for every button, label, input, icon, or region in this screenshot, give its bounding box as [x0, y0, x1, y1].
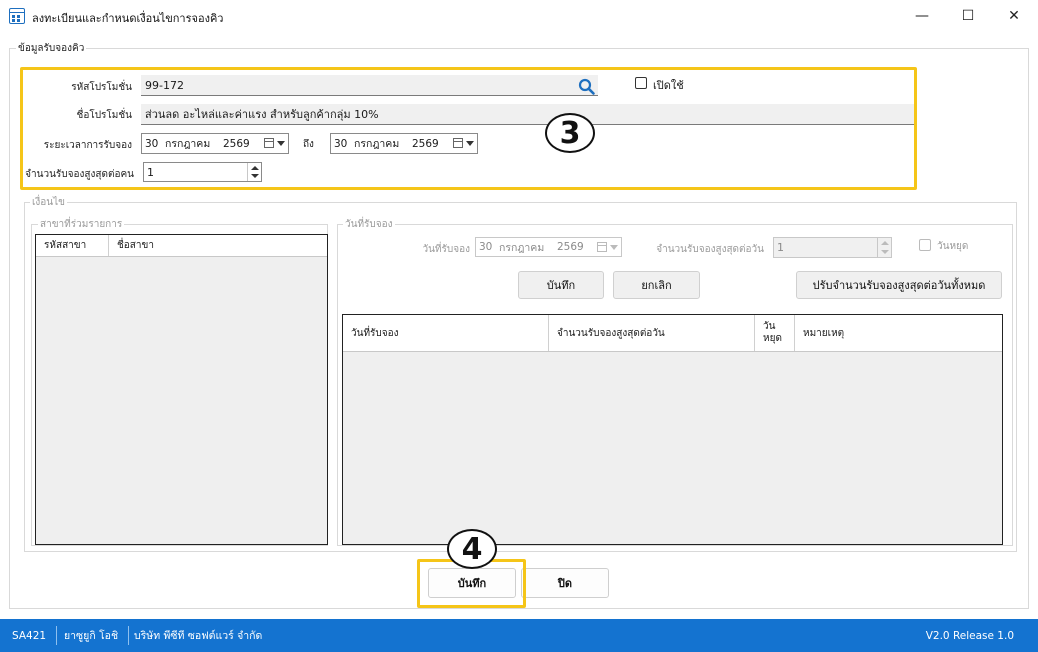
- spin-down-icon[interactable]: [881, 250, 889, 254]
- callout-3: 3: [545, 113, 595, 153]
- branches-group-label: สาขาที่ร่วมรายการ: [38, 217, 125, 232]
- callout-4: 4: [447, 529, 497, 569]
- window-title: ลงทะเบียนและกำหนดเงื่อนไขการจองคิว: [32, 12, 224, 25]
- booking-dates-table-header: วันที่รับจอง จำนวนรับจองสูงสุดต่อวัน วัน…: [343, 315, 1002, 352]
- column-remark[interactable]: หมายเหตุ: [795, 315, 1002, 351]
- column-branch-name[interactable]: ชื่อสาขา: [109, 235, 328, 256]
- booking-date-day: 30: [479, 241, 493, 253]
- booking-dates-table[interactable]: วันที่รับจอง จำนวนรับจองสูงสุดต่อวัน วัน…: [342, 314, 1003, 545]
- close-button[interactable]: ปิด: [521, 568, 609, 598]
- status-version: V2.0 Release 1.0: [925, 629, 1014, 642]
- adjust-all-button[interactable]: ปรับจำนวนรับจองสูงสุดต่อวันทั้งหมด: [796, 271, 1002, 299]
- max-per-day-label: จำนวนรับจองสูงสุดต่อวัน: [656, 244, 764, 255]
- booking-dates-group-label: วันที่รับจอง: [343, 217, 395, 232]
- conditions-group-label: เงื่อนไข: [30, 195, 68, 210]
- branches-table-header: รหัสสาขา ชื่อสาขา: [36, 235, 327, 257]
- status-company: บริษัท พีซีที ซอฟต์แวร์ จำกัด: [134, 630, 263, 642]
- date-cancel-button[interactable]: ยกเลิก: [613, 271, 700, 299]
- booking-date-year: 2569: [557, 241, 584, 253]
- status-user: ยาซูยูกิ โอชิ: [64, 630, 119, 642]
- booking-info-group-label: ข้อมูลรับจองคิว: [16, 41, 87, 56]
- max-per-day-stepper[interactable]: 1: [773, 237, 892, 258]
- booking-date-label: วันที่รับจอง: [422, 244, 470, 255]
- minimize-button[interactable]: —: [899, 0, 945, 32]
- column-holiday[interactable]: วัน หยุด: [755, 315, 795, 351]
- title-bar: ลงทะเบียนและกำหนดเงื่อนไขการจองคิว — ☐ ✕: [0, 0, 1038, 32]
- close-window-button[interactable]: ✕: [991, 0, 1037, 32]
- app-grid-icon: [9, 8, 25, 24]
- branches-table[interactable]: รหัสสาขา ชื่อสาขา: [35, 234, 328, 545]
- holiday-label: วันหยุด: [937, 241, 969, 252]
- booking-date-month: กรกฎาคม: [499, 241, 545, 254]
- column-booking-date[interactable]: วันที่รับจอง: [343, 315, 549, 351]
- status-separator: [128, 626, 129, 645]
- calendar-icon[interactable]: [597, 242, 607, 252]
- highlight-box-3: [20, 67, 917, 190]
- column-branch-code[interactable]: รหัสสาขา: [36, 235, 109, 256]
- status-code: SA421: [12, 629, 47, 642]
- max-per-day-value: 1: [777, 241, 784, 254]
- booking-date-picker[interactable]: 30 กรกฎาคม 2569: [475, 237, 622, 257]
- dropdown-arrow-icon[interactable]: [610, 245, 618, 250]
- column-max-per-day[interactable]: จำนวนรับจองสูงสุดต่อวัน: [549, 315, 755, 351]
- status-separator: [56, 626, 57, 645]
- spin-up-icon[interactable]: [881, 241, 889, 245]
- holiday-checkbox[interactable]: [919, 239, 931, 251]
- status-bar: SA421 ยาซูยูกิ โอชิ บริษัท พีซีที ซอฟต์แ…: [0, 619, 1038, 652]
- date-save-button[interactable]: บันทึก: [518, 271, 604, 299]
- maximize-button[interactable]: ☐: [945, 0, 991, 32]
